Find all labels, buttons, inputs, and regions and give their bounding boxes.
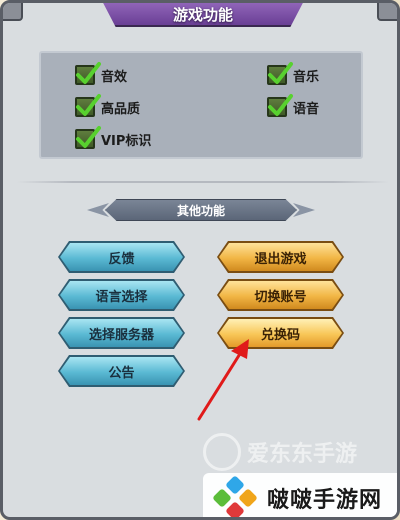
watermark-top: 爱东东手游 bbox=[203, 433, 357, 471]
setting-music[interactable]: 音乐 bbox=[267, 62, 320, 85]
section-divider bbox=[17, 181, 389, 183]
setting-label: 高品质 bbox=[101, 101, 141, 117]
setting-label: 音效 bbox=[101, 69, 128, 85]
corner-decoration-right bbox=[377, 3, 397, 21]
button-label: 退出游戏 bbox=[254, 251, 307, 267]
setting-vip-badge[interactable]: VIP标识 bbox=[75, 126, 152, 149]
watermark-bottom: 啵啵手游网 bbox=[203, 473, 397, 517]
button-label: 反馈 bbox=[108, 251, 135, 267]
setting-label: 语音 bbox=[293, 101, 320, 117]
setting-voice[interactable]: 语音 bbox=[267, 94, 320, 117]
setting-high-quality[interactable]: 高品质 bbox=[75, 94, 141, 117]
setting-label: 音乐 bbox=[293, 69, 320, 85]
setting-sound-effects[interactable]: 音效 bbox=[75, 62, 128, 85]
watermark-bottom-text: 啵啵手游网 bbox=[267, 488, 383, 513]
feedback-button[interactable]: 反馈 bbox=[60, 243, 183, 271]
button-label: 选择服务器 bbox=[88, 327, 154, 343]
language-select-button[interactable]: 语言选择 bbox=[60, 281, 183, 309]
setting-label: VIP标识 bbox=[101, 133, 152, 149]
section-title: 其他功能 bbox=[176, 203, 225, 218]
site-logo-icon bbox=[212, 475, 258, 517]
section-title-bar: 其他功能 bbox=[105, 199, 297, 221]
button-label: 语言选择 bbox=[95, 289, 148, 305]
exit-game-button[interactable]: 退出游戏 bbox=[219, 243, 342, 271]
checkbox-checked-icon[interactable] bbox=[75, 94, 101, 117]
checkbox-checked-icon[interactable] bbox=[267, 94, 293, 117]
checkbox-checked-icon[interactable] bbox=[75, 126, 101, 149]
corner-decoration-left bbox=[3, 3, 23, 21]
switch-account-button[interactable]: 切换账号 bbox=[219, 281, 342, 309]
panel-title: 游戏功能 bbox=[172, 5, 233, 24]
watermark-logo-icon bbox=[203, 433, 241, 471]
game-settings-panel: 游戏功能 音效 音乐 高品质 语音 VIP标识 其他功能 反馈 语言选择 选择服… bbox=[0, 0, 400, 520]
other-functions-banner: 其他功能 bbox=[87, 197, 315, 223]
button-label: 切换账号 bbox=[254, 289, 307, 305]
checkbox-checked-icon[interactable] bbox=[267, 62, 293, 85]
panel-header: 游戏功能 bbox=[99, 3, 307, 27]
checkbox-checked-icon[interactable] bbox=[75, 62, 101, 85]
watermark-top-text: 爱东东手游 bbox=[247, 442, 358, 467]
red-arrow-annotation-icon bbox=[197, 339, 249, 421]
settings-checkbox-group: 音效 音乐 高品质 语音 VIP标识 bbox=[39, 51, 363, 159]
button-label: 兑换码 bbox=[260, 327, 300, 343]
announcement-button[interactable]: 公告 bbox=[60, 357, 183, 385]
button-label: 公告 bbox=[108, 365, 135, 381]
server-select-button[interactable]: 选择服务器 bbox=[60, 319, 183, 347]
